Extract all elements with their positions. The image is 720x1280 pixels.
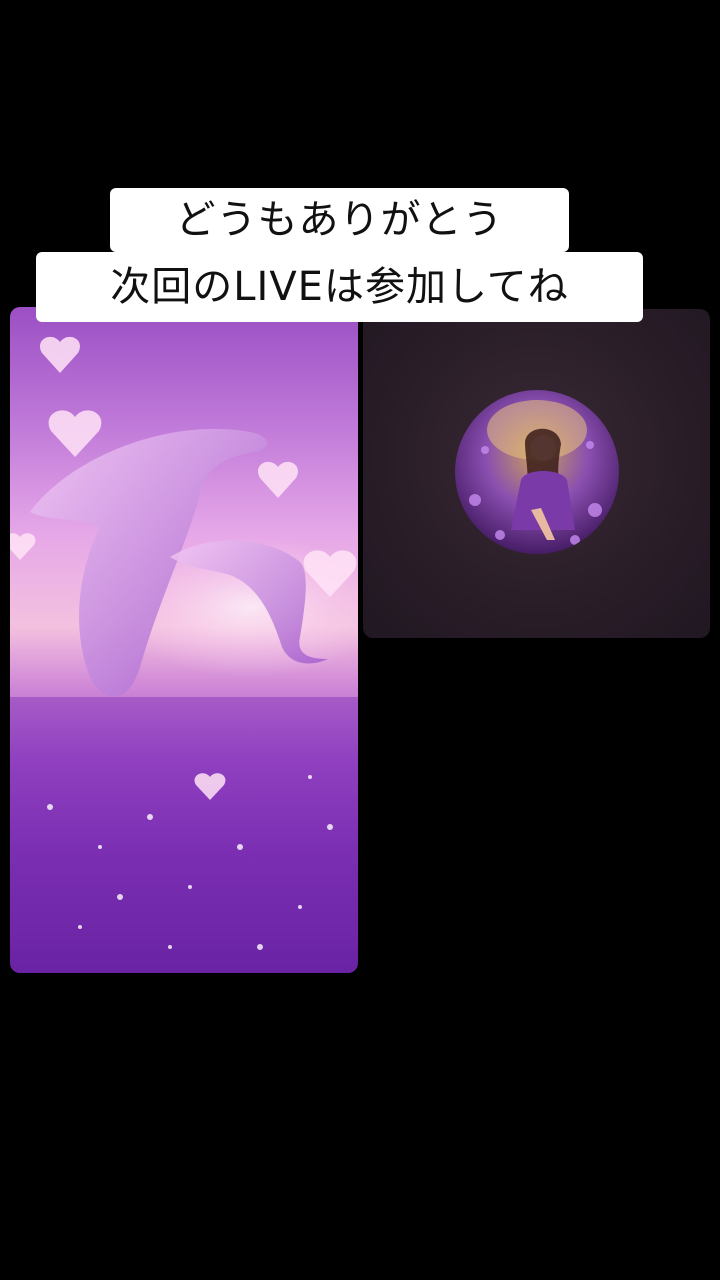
dolphins-hearts-image <box>10 336 358 973</box>
right-video-panel[interactable] <box>363 309 710 638</box>
caption-line-2: 次回のLIVEは参加してね <box>36 252 643 322</box>
left-video-panel[interactable] <box>10 307 358 973</box>
avatar <box>455 390 619 554</box>
avatar-image <box>469 400 602 545</box>
caption-line-1: どうもありがとう <box>110 188 569 252</box>
